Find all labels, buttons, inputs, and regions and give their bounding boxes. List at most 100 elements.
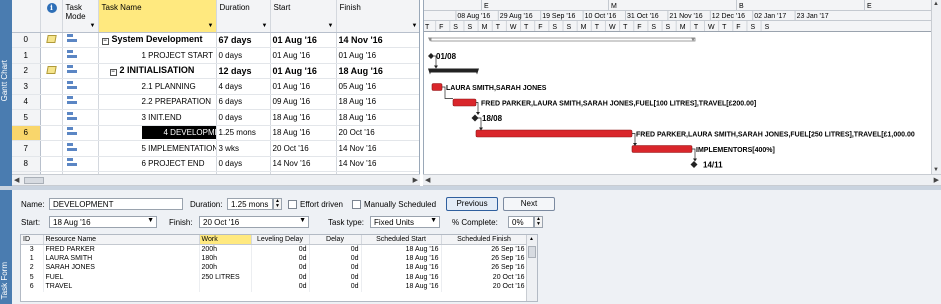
task-type-select[interactable]: Fixed Units ▼ — [370, 216, 440, 228]
start-cell[interactable]: 01 Aug '16 — [270, 78, 337, 95]
task-row[interactable]: 2−2 INITIALISATION 12 days 01 Aug '16 18 Au… — [12, 63, 419, 79]
resource-cell[interactable]: 0d — [251, 272, 310, 282]
grid-horizontal-scrollbar[interactable]: ◀ ▶ — [12, 174, 420, 186]
chevron-down-icon[interactable]: ▼ — [412, 23, 418, 29]
resource-cell[interactable]: 0d — [309, 272, 362, 282]
row-id[interactable]: 0 — [12, 32, 41, 48]
task-name-cell[interactable]: − System Development — [98, 32, 217, 48]
duration-stepper[interactable]: ▲ ▼ — [273, 198, 282, 210]
resource-cell[interactable]: 3 — [21, 244, 44, 254]
duration-cell[interactable]: 1.25 mons — [216, 125, 271, 141]
resource-column-header[interactable]: Work — [199, 235, 252, 245]
resource-cell[interactable]: FRED PARKER — [43, 244, 200, 254]
task-row[interactable]: 86 PROJECT END 0 days 14 Nov '16 14 Nov '16 — [12, 156, 419, 172]
task-row[interactable]: 7 5 IMPLEMENTATION 3 wks 20 Oct '16 14 Nov '… — [12, 140, 419, 157]
collapse-icon[interactable]: − — [101, 38, 109, 46]
finish-cell[interactable]: 05 Aug '16 — [336, 78, 419, 95]
resource-cell[interactable]: 20 Oct '16 — [441, 272, 528, 282]
finish-column-header[interactable]: Finish ▼ — [336, 0, 419, 33]
resource-column-header[interactable]: Resource Name — [43, 235, 200, 245]
resource-cell[interactable]: 5 — [21, 272, 44, 282]
resource-column-header[interactable]: Leveling Delay — [251, 235, 310, 245]
note-icon[interactable] — [45, 65, 57, 74]
name-field[interactable]: DEVELOPMENT — [49, 198, 183, 210]
resource-row[interactable]: 6 TRAVEL 0d 0d 18 Aug '16 20 Oct '16 — [21, 282, 528, 292]
finish-cell[interactable]: 18 Aug '16 — [336, 109, 419, 126]
start-cell[interactable]: 01 Aug '16 — [270, 32, 337, 48]
task-name-cell[interactable]: 3 INIT.END — [98, 109, 217, 126]
resource-cell[interactable]: 250 LITRES — [199, 272, 252, 282]
task-name-cell[interactable]: 6 PROJECT END — [98, 156, 217, 172]
resource-cell[interactable]: FUEL — [43, 272, 200, 282]
resource-row[interactable]: 2 SARAH JONES 200h 0d 0d 18 Aug '16 26 Sep '16 — [21, 263, 528, 273]
scroll-up-icon[interactable]: ▲ — [529, 236, 534, 242]
percent-complete-field[interactable]: 0% — [508, 216, 534, 228]
resource-column-header[interactable]: Delay — [309, 235, 362, 245]
row-id[interactable]: 7 — [12, 140, 41, 157]
chevron-down-icon[interactable]: ▼ — [299, 217, 306, 224]
finish-field[interactable]: 20 Oct '16 ▼ — [199, 216, 309, 228]
resource-cell[interactable]: 0d — [251, 253, 310, 263]
scrollbar-thumb[interactable] — [24, 177, 44, 184]
task-name-column-header[interactable]: Task Name ▼ — [98, 0, 217, 33]
chart-vertical-scrollbar[interactable]: ▲ ▼ — [931, 0, 941, 174]
resource-cell[interactable]: LAURA SMITH — [43, 253, 200, 263]
start-cell[interactable]: 18 Aug '16 — [270, 125, 337, 141]
resource-cell[interactable]: 26 Sep '16 — [441, 263, 528, 273]
start-cell[interactable]: 09 Aug '16 — [270, 94, 337, 110]
chevron-down-icon[interactable]: ▼ — [90, 23, 96, 29]
note-icon[interactable] — [45, 34, 57, 43]
resource-cell[interactable]: 180h — [199, 253, 252, 263]
chevron-down-icon[interactable]: ▼ — [328, 23, 334, 29]
task-mode-cell[interactable] — [62, 63, 99, 79]
resource-cell[interactable]: SARAH JONES — [43, 263, 200, 273]
task-mode-cell[interactable] — [62, 94, 99, 110]
select-all-corner[interactable] — [12, 0, 41, 33]
row-id[interactable]: 5 — [12, 109, 41, 126]
gantt-chart[interactable]: EMBE'1608 Aug '1629 Aug '1619 Sep '1610 … — [423, 0, 931, 174]
finish-cell[interactable]: 14 Nov '16 — [336, 156, 419, 172]
chevron-down-icon[interactable]: ▼ — [430, 217, 437, 224]
previous-button[interactable]: Previous — [446, 197, 498, 211]
task-form-view-bar[interactable]: Task Form — [0, 190, 12, 304]
scroll-down-icon[interactable]: ▼ — [933, 167, 939, 173]
task-row[interactable]: 0 − System Development 67 days 01 Aug '16 14 … — [12, 32, 419, 48]
chevron-down-icon[interactable]: ▼ — [208, 23, 214, 29]
resource-cell[interactable]: 0d — [309, 253, 362, 263]
finish-cell[interactable]: 18 Aug '16 — [336, 94, 419, 110]
duration-cell[interactable]: 12 days — [216, 63, 271, 79]
scroll-left-icon[interactable]: ◀ — [14, 176, 19, 184]
duration-column-header[interactable]: Duration ▼ — [216, 0, 271, 33]
scroll-left-icon[interactable]: ◀ — [425, 176, 430, 184]
task-mode-cell[interactable] — [62, 47, 99, 64]
finish-cell[interactable]: 14 Nov '16 — [336, 32, 419, 48]
duration-cell[interactable]: 0 days — [216, 156, 271, 172]
start-cell[interactable]: 01 Aug '16 — [270, 47, 337, 64]
task-row[interactable]: 3 2.1 PLANNING 4 days 01 Aug '16 05 Aug '16 — [12, 78, 419, 95]
resource-cell[interactable]: 200h — [199, 244, 252, 254]
resource-cell[interactable]: 2 — [21, 263, 44, 273]
finish-cell[interactable]: 01 Aug '16 — [336, 47, 419, 64]
scroll-up-icon[interactable]: ▲ — [933, 1, 939, 7]
resource-cell[interactable]: 18 Aug '16 — [361, 253, 442, 263]
finish-cell[interactable]: 18 Aug '16 — [336, 63, 419, 79]
duration-cell[interactable]: 67 days — [216, 32, 271, 48]
task-name-cell[interactable]: 2.2 PREPARATION — [98, 94, 217, 110]
task-row[interactable]: 6 4 DEVELOPMENT1.25 mons18 Aug '1620 Oct … — [12, 125, 419, 141]
start-cell[interactable]: 01 Aug '16 — [270, 63, 337, 79]
scroll-right-icon[interactable]: ▶ — [413, 176, 418, 184]
task-name-cell[interactable]: 5 IMPLEMENTATION — [98, 140, 217, 157]
row-id[interactable]: 4 — [12, 94, 41, 110]
duration-cell[interactable]: 3 wks — [216, 140, 271, 157]
resource-cell[interactable]: 6 — [21, 282, 44, 292]
duration-cell[interactable]: 6 days — [216, 94, 271, 110]
row-id[interactable]: 6 — [12, 125, 41, 141]
start-cell[interactable]: 14 Nov '16 — [270, 156, 337, 172]
resource-cell[interactable]: 26 Sep '16 — [441, 253, 528, 263]
task-mode-cell[interactable] — [62, 78, 99, 95]
next-button[interactable]: Next — [503, 197, 555, 211]
duration-cell[interactable]: 4 days — [216, 78, 271, 95]
row-id[interactable]: 8 — [12, 156, 41, 172]
row-id[interactable]: 3 — [12, 78, 41, 95]
gantt-chart-view-bar[interactable]: Gantt Chart — [0, 0, 12, 186]
